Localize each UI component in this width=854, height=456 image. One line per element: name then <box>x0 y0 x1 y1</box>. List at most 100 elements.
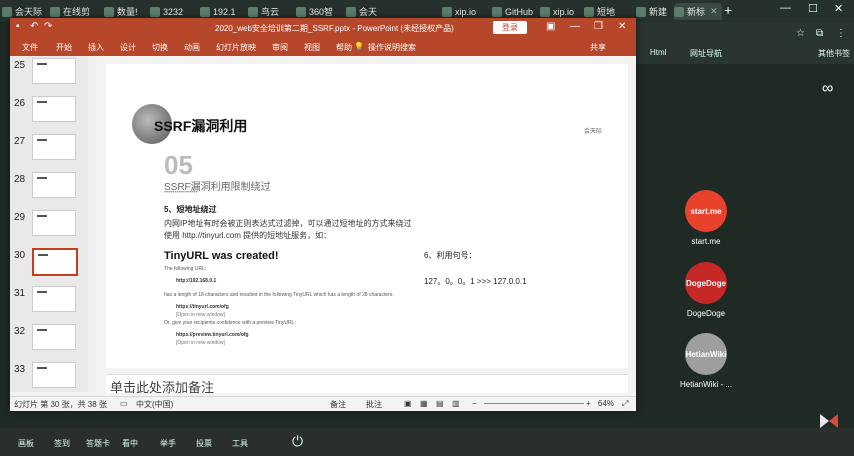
infinity-icon: ∞ <box>822 80 834 97</box>
tab-file[interactable]: 文件 <box>22 42 38 53</box>
slide-thumbnail[interactable] <box>32 210 76 236</box>
toolbar-raise-hand[interactable]: 举手 <box>160 438 176 449</box>
slide-number: 25 <box>14 60 26 71</box>
browser-tab-active[interactable]: 新标 ✕ <box>674 3 722 20</box>
accessibility-icon[interactable]: ▭ <box>120 399 128 408</box>
restore-icon[interactable]: ❐ <box>594 21 603 32</box>
close-tab-icon[interactable]: ✕ <box>710 6 718 17</box>
zoom-level[interactable]: 64% <box>598 399 614 408</box>
tab-insert[interactable]: 插入 <box>88 42 104 53</box>
comments-toggle-button[interactable]: 批注 <box>366 399 382 410</box>
zoom-slider[interactable] <box>484 403 584 404</box>
tab-favicon-icon <box>346 6 356 17</box>
slide-thumbnail[interactable] <box>32 58 76 84</box>
tab-help[interactable]: 帮助 <box>336 42 352 53</box>
slide-thumbnail[interactable] <box>32 362 76 388</box>
desktop-label-start-me[interactable]: start.me <box>666 237 746 246</box>
toolbar-tools[interactable]: 工具 <box>232 438 248 449</box>
normal-view-icon[interactable]: ▣ <box>404 399 412 408</box>
slide-number: 30 <box>14 250 26 261</box>
tab-home[interactable]: 开始 <box>56 42 72 53</box>
dogedoge-icon[interactable]: DogeDoge <box>685 262 727 304</box>
point-heading: 5、短地址绕过 <box>164 205 217 214</box>
share-button[interactable]: 共享 <box>590 42 606 53</box>
screenshot-url: https://tinyurl.com/ofg <box>176 304 229 310</box>
screenshot-link: [Open in new window] <box>176 312 225 318</box>
point-heading-2: 6、利用句号： <box>424 251 477 260</box>
thumbnail-scrollbar[interactable] <box>88 56 96 392</box>
slide-canvas[interactable]: SSRF漏洞利用 会天际 05 SSRF漏洞利用限制绕过 •••••••••••… <box>106 64 628 368</box>
hetianwiki-icon[interactable]: HetianWiki <box>685 333 727 375</box>
screenshot-text: Or, give your recipients confidence with… <box>164 320 296 326</box>
tab-favicon-icon <box>674 6 684 17</box>
screenshot-text: has a length of 18 characters and result… <box>164 292 394 298</box>
slide-number: 33 <box>14 364 26 375</box>
bookmark-other[interactable]: 其他书签 <box>818 48 850 59</box>
ip-conversion-text: 127。0。0。1 >>> 127.0.0.1 <box>424 277 527 286</box>
star-icon[interactable]: ☆ <box>796 28 805 39</box>
desktop-label-hetianwiki[interactable]: HetianWiki - ... <box>666 380 746 389</box>
reading-view-icon[interactable]: ▤ <box>436 399 444 408</box>
redo-icon[interactable]: ↷ <box>44 21 52 32</box>
slide-thumbnail[interactable] <box>32 134 76 160</box>
browser-tab[interactable]: 新建 <box>636 3 672 20</box>
zoom-in-icon[interactable]: + <box>586 399 591 408</box>
zoom-out-icon[interactable]: − <box>472 399 477 408</box>
tab-label: 新建 <box>649 7 668 17</box>
close-icon[interactable]: ✕ <box>618 21 626 32</box>
toolbar-whiteboard[interactable]: 画板 <box>18 438 34 449</box>
slide-number: 31 <box>14 288 26 299</box>
tab-favicon-icon <box>540 6 550 17</box>
tab-transitions[interactable]: 切换 <box>152 42 168 53</box>
desktop-label-dogedoge[interactable]: DogeDoge <box>666 309 746 318</box>
app-logo-icon <box>820 414 838 428</box>
tab-animations[interactable]: 动画 <box>184 42 200 53</box>
icon-badge-text: DogeDoge <box>686 278 726 288</box>
bookmark-nav[interactable]: 网址导航 <box>690 48 722 59</box>
dotted-divider: •••••••••••••••• <box>164 190 198 196</box>
minimize-icon[interactable]: — <box>570 21 580 32</box>
toolbar-view[interactable]: 看中 <box>122 438 138 449</box>
start-me-icon[interactable]: start.me <box>685 190 727 232</box>
minimize-icon[interactable]: — <box>780 2 791 14</box>
tab-view[interactable]: 视图 <box>304 42 320 53</box>
toolbar-checkin[interactable]: 签到 <box>54 438 70 449</box>
ppt-window-title: 2020_web安全培训第二期_SSRF.pptx - PowerPoint (… <box>215 24 454 33</box>
tab-review[interactable]: 审阅 <box>272 42 288 53</box>
slide-thumbnail-selected[interactable] <box>32 248 78 276</box>
bookmark-html[interactable]: Html <box>650 48 666 57</box>
close-window-icon[interactable]: ✕ <box>834 2 843 15</box>
tab-favicon-icon <box>50 6 60 17</box>
icon-badge-text: start.me <box>690 206 722 216</box>
screenshot-text: The following URL: <box>164 266 207 272</box>
login-button[interactable]: 登录 <box>493 21 527 34</box>
extensions-icon[interactable]: ⧉ <box>816 28 823 39</box>
slide-thumbnail[interactable] <box>32 324 76 350</box>
language-indicator[interactable]: 中文(中国) <box>136 399 173 410</box>
maximize-icon[interactable]: ☐ <box>808 2 818 15</box>
slideshow-view-icon[interactable]: ▥ <box>452 399 460 408</box>
tell-me-search[interactable]: 操作说明搜索 <box>368 42 416 53</box>
tab-design[interactable]: 设计 <box>120 42 136 53</box>
notes-toggle-button[interactable]: 备注 <box>330 399 346 410</box>
slide-thumbnail[interactable] <box>32 286 76 312</box>
power-icon[interactable]: ⏻ <box>292 433 303 450</box>
tab-favicon-icon <box>492 6 502 17</box>
save-icon[interactable]: ▪ <box>16 21 20 32</box>
sorter-view-icon[interactable]: ▦ <box>420 399 428 408</box>
new-tab-button[interactable]: + <box>724 2 732 18</box>
status-bar: 幻灯片 第 30 张，共 38 张 ▭ 中文(中国) 备注 批注 ▣ ▦ ▤ ▥… <box>10 396 636 411</box>
slide-thumbnail[interactable] <box>32 96 76 122</box>
notes-pane[interactable]: 单击此处添加备注 <box>106 374 628 395</box>
menu-icon[interactable]: ⋮ <box>836 28 846 39</box>
slide-thumbnail[interactable] <box>32 172 76 198</box>
tab-slideshow[interactable]: 幻灯片放映 <box>216 42 256 53</box>
undo-icon[interactable]: ↶ <box>30 21 38 32</box>
toolbar-vote[interactable]: 投票 <box>196 438 212 449</box>
toolbar-answer-card[interactable]: 答题卡 <box>86 438 110 449</box>
tab-label: 在线剪 <box>63 7 91 17</box>
notes-placeholder: 单击此处添加备注 <box>110 380 215 395</box>
ribbon-display-icon[interactable]: ▣ <box>546 21 555 32</box>
fit-slide-icon[interactable]: ⤢ <box>622 399 628 409</box>
slide-number: 26 <box>14 98 26 109</box>
